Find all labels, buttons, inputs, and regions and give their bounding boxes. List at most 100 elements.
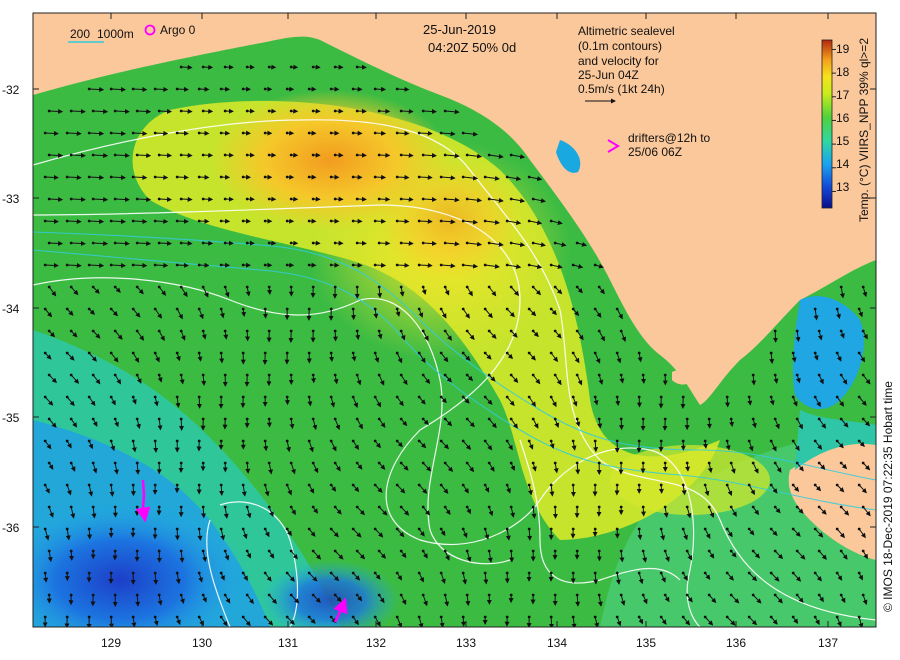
yellow-shelf-patch — [610, 445, 770, 515]
velocity-arrow — [155, 130, 169, 136]
colorbar-label: Temp. (°C) VIIRS_NPP 39% ql>=2 — [857, 38, 871, 222]
velocity-arrow — [401, 108, 414, 114]
velocity-arrow — [419, 130, 433, 136]
velocity-arrow — [641, 374, 647, 384]
velocity-arrow — [93, 109, 109, 114]
velocity-arrow — [219, 484, 225, 496]
velocity-arrow — [115, 240, 130, 246]
lon-label-129: 129 — [100, 636, 122, 650]
velocity-arrow — [111, 130, 127, 136]
velocity-arrow — [45, 262, 59, 268]
colorbar-tick-17: 17 — [836, 88, 850, 102]
velocity-arrow — [67, 174, 82, 180]
velocity-arrow — [201, 506, 207, 519]
velocity-arrow — [155, 174, 169, 180]
velocity-arrow — [45, 174, 59, 180]
velocity-arrow — [89, 87, 105, 92]
argo-label: Argo 0 — [160, 23, 196, 37]
velocity-arrow — [527, 528, 533, 541]
drifters-note-1: drifters@12h to — [628, 131, 711, 145]
altimetry-note-2: (0.1m contours) — [578, 39, 663, 53]
velocity-arrow — [181, 152, 193, 158]
velocity-arrow — [423, 152, 437, 158]
velocity-arrow — [423, 108, 437, 114]
colorbar-tick-16: 16 — [836, 111, 850, 125]
velocity-arrow — [266, 286, 272, 295]
velocity-arrow — [181, 64, 193, 70]
velocity-arrow — [71, 196, 86, 202]
velocity-arrow — [87, 528, 93, 540]
lon-label-137: 137 — [817, 636, 839, 650]
velocity-arrow — [49, 240, 64, 246]
velocity-arrow — [159, 152, 173, 158]
lat-label-32: -32 — [2, 83, 20, 97]
velocity-arrow — [379, 196, 391, 202]
colorbar-tick-13: 13 — [836, 180, 850, 194]
velocity-arrow — [89, 175, 105, 180]
header-time: 04:20Z 50% 0d — [428, 40, 517, 55]
velocity-arrow — [133, 174, 148, 180]
colorbar-gradient — [822, 40, 832, 208]
velocity-arrow — [45, 218, 59, 224]
velocity-arrow — [49, 196, 64, 202]
velocity-arrow — [155, 86, 169, 92]
velocity-arrow — [137, 152, 152, 158]
velocity-arrow — [379, 108, 391, 114]
velocity-arrow — [111, 86, 127, 92]
lon-label-132: 132 — [365, 636, 387, 650]
velocity-arrow — [177, 262, 189, 268]
lon-label-130: 130 — [191, 636, 213, 650]
velocity-arrow — [137, 240, 152, 246]
velocity-arrow — [133, 130, 148, 136]
velocity-arrow — [177, 174, 189, 180]
velocity-arrow — [89, 219, 105, 224]
velocity-arrow — [181, 108, 193, 114]
colorbar-tick-18: 18 — [836, 65, 850, 79]
velocity-arrow — [397, 86, 410, 92]
lat-label-34: -34 — [2, 302, 20, 316]
velocity-arrow — [133, 86, 148, 92]
scale-bar-label-1000m: 1000m — [97, 27, 134, 41]
velocity-arrow — [71, 152, 86, 158]
velocity-arrow — [181, 196, 193, 202]
velocity-arrow — [69, 550, 75, 561]
velocity-arrow — [379, 152, 391, 158]
velocity-arrow — [67, 218, 82, 224]
velocity-arrow — [93, 241, 109, 246]
lon-label-134: 134 — [546, 636, 568, 650]
lon-label-136: 136 — [725, 636, 747, 650]
velocity-arrow — [115, 152, 130, 158]
altimetry-note-4: 25-Jun 04Z — [578, 68, 639, 82]
velocity-arrow — [115, 196, 130, 202]
velocity-arrow — [310, 374, 316, 384]
velocity-arrow — [181, 240, 193, 246]
velocity-arrow — [159, 108, 173, 114]
colorbar-tick-14: 14 — [836, 157, 850, 171]
velocity-arrow — [93, 197, 109, 202]
lon-label-133: 133 — [455, 636, 477, 650]
velocity-arrow — [67, 262, 82, 268]
lon-label-131: 131 — [277, 636, 299, 650]
velocity-arrow — [155, 262, 169, 268]
velocity-arrow — [419, 218, 433, 224]
velocity-arrow — [423, 240, 437, 246]
velocity-arrow — [397, 174, 410, 180]
velocity-arrow — [45, 130, 59, 136]
lat-label-33: -33 — [2, 192, 20, 206]
velocity-arrow — [111, 174, 127, 180]
colorbar-tick-19: 19 — [836, 42, 850, 56]
colorbar-tick-15: 15 — [836, 134, 850, 148]
velocity-arrow — [177, 130, 189, 136]
velocity-arrow — [419, 174, 433, 180]
velocity-arrow — [133, 218, 148, 224]
velocity-arrow — [49, 108, 64, 114]
velocity-arrow — [115, 108, 130, 114]
velocity-arrow — [49, 152, 64, 158]
velocity-arrow — [159, 240, 173, 246]
velocity-arrow — [71, 240, 86, 246]
velocity-arrow — [93, 153, 109, 158]
velocity-arrow — [401, 196, 414, 202]
velocity-arrow — [137, 196, 152, 202]
altimetry-note-1: Altimetric sealevel — [578, 24, 675, 38]
velocity-arrow — [640, 506, 646, 517]
